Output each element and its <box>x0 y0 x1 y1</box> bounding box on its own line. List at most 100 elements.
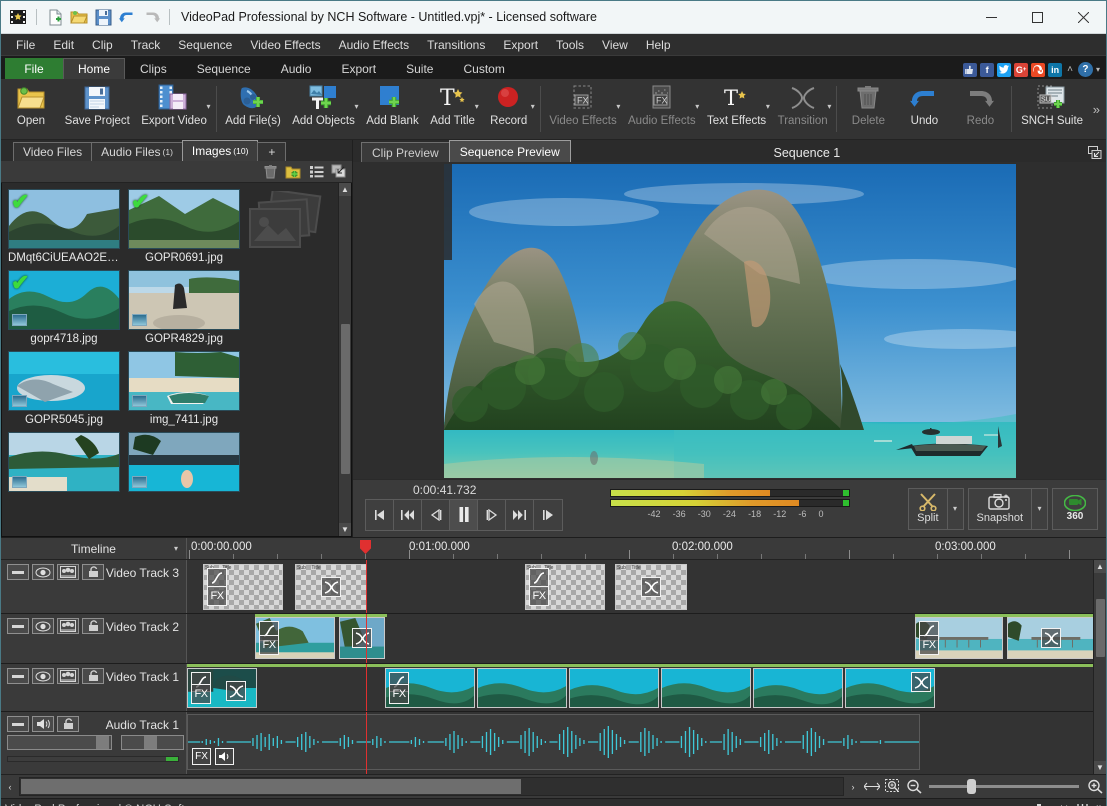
track-header-video-1[interactable]: Video Track 1 <box>1 664 187 711</box>
close-button[interactable] <box>1060 1 1106 34</box>
go-to-end-button[interactable] <box>534 499 562 530</box>
volume-slider[interactable] <box>7 735 112 750</box>
scroll-left-icon[interactable]: ‹ <box>3 777 17 797</box>
redo-ribbon-button[interactable]: Redo <box>952 80 1008 138</box>
transition-caret-icon[interactable]: ▾ <box>827 102 831 111</box>
overlay-icon[interactable] <box>57 618 79 634</box>
transition-x-icon[interactable] <box>1041 628 1061 648</box>
visibility-icon[interactable] <box>32 618 54 634</box>
next-clip-button[interactable] <box>506 499 534 530</box>
timeline-clip[interactable] <box>845 668 935 708</box>
media-item[interactable]: img_7411.jpg <box>128 351 240 426</box>
split-dropdown-icon[interactable]: ▾ <box>946 488 963 529</box>
media-item[interactable]: ✔ GOPR0691.jpg <box>128 189 240 264</box>
go-to-start-button[interactable] <box>366 499 394 530</box>
track-header-audio-1[interactable]: Audio Track 1 <box>1 712 187 774</box>
twitter-icon[interactable] <box>997 62 1012 77</box>
menu-tools[interactable]: Tools <box>547 35 593 55</box>
pause-button[interactable] <box>450 499 478 530</box>
step-forward-button[interactable] <box>478 499 506 530</box>
ribbon-tab-file[interactable]: File <box>5 58 63 79</box>
playhead[interactable] <box>366 712 367 774</box>
zoom-selection-icon[interactable] <box>883 777 902 797</box>
timeline-clip[interactable]: Sub Title <box>295 564 367 610</box>
fx-badge[interactable]: FX <box>191 684 211 704</box>
fx-badge[interactable]: FX <box>529 586 549 606</box>
media-bin-scrollbar[interactable]: ▲ ▼ <box>338 183 351 536</box>
ribbon-tab-audio[interactable]: Audio <box>266 58 327 79</box>
media-item[interactable]: GOPR4829.jpg <box>128 270 240 345</box>
media-item[interactable] <box>8 432 120 492</box>
timeline-clip[interactable]: FX <box>255 617 335 659</box>
text-effects-button[interactable]: T Text Effects ▾ <box>701 80 772 138</box>
list-view-icon[interactable] <box>305 162 327 182</box>
scrollbar-thumb[interactable] <box>340 324 350 474</box>
timeline-clip[interactable] <box>661 668 751 708</box>
add-objects-button[interactable]: Add Objects ▾ <box>287 80 361 138</box>
help-caret-icon[interactable]: ▾ <box>1096 65 1100 74</box>
fit-to-window-icon[interactable] <box>862 777 881 797</box>
minimize-button[interactable] <box>968 1 1014 34</box>
add-title-caret-icon[interactable]: ▾ <box>475 102 479 111</box>
split-button[interactable]: Split ▾ <box>908 487 964 530</box>
fx-badge[interactable]: FX <box>207 586 227 606</box>
ribbon-tab-export[interactable]: Export <box>326 58 391 79</box>
tab-clip-preview[interactable]: Clip Preview <box>361 142 450 162</box>
scroll-down-icon[interactable]: ▼ <box>338 523 351 536</box>
timeline-clip[interactable] <box>1007 617 1095 659</box>
collapse-icon[interactable] <box>7 668 29 684</box>
zoom-slider-handle[interactable] <box>967 779 976 794</box>
timeline-clip[interactable]: Sub Title <box>615 564 687 610</box>
help-icon[interactable]: ? <box>1077 62 1093 77</box>
hscroll-thumb[interactable] <box>21 779 521 794</box>
save-project-button[interactable]: Save Project <box>59 80 136 138</box>
collapse-icon[interactable] <box>7 716 29 732</box>
timeline-clip[interactable]: FX <box>385 668 475 708</box>
media-item[interactable]: GOPR5045.jpg <box>8 351 120 426</box>
track-lane-audio-1[interactable]: FX <box>187 712 1106 774</box>
zoom-in-icon[interactable] <box>1085 777 1104 797</box>
popout-icon[interactable] <box>1084 142 1106 162</box>
fx-badge[interactable]: FX <box>919 635 939 655</box>
open-project-icon[interactable] <box>68 7 90 28</box>
new-project-icon[interactable] <box>44 7 66 28</box>
timeline-clip[interactable]: FX <box>187 668 257 708</box>
open-button[interactable]: Open <box>3 80 59 138</box>
nch-suite-button[interactable]: SUB SNCH Suite <box>1015 80 1088 138</box>
transition-x-icon[interactable] <box>226 681 246 701</box>
export-video-caret-icon[interactable]: ▾ <box>206 102 210 111</box>
step-back-button[interactable] <box>422 499 450 530</box>
zoom-out-icon[interactable] <box>904 777 923 797</box>
audio-fx-badge[interactable]: FX <box>192 748 211 765</box>
video-effects-caret-icon[interactable]: ▾ <box>616 102 620 111</box>
timeline-scrollbar[interactable]: ▲ ▼ <box>1093 560 1106 774</box>
menu-clip[interactable]: Clip <box>83 35 122 55</box>
menu-sequence[interactable]: Sequence <box>169 35 241 55</box>
transition-x-icon[interactable] <box>911 672 931 692</box>
menu-edit[interactable]: Edit <box>44 35 83 55</box>
timeline-clip[interactable]: Sub Title FX <box>525 564 605 610</box>
pan-slider[interactable] <box>121 735 185 750</box>
timeline-scroll-up-icon[interactable]: ▲ <box>1093 560 1106 573</box>
preview-video-frame[interactable] <box>443 163 1016 478</box>
playhead[interactable] <box>366 560 367 613</box>
app-icon[interactable] <box>7 7 29 28</box>
playhead-handle[interactable] <box>360 540 371 554</box>
add-blank-button[interactable]: Add Blank <box>361 80 425 138</box>
menu-video-effects[interactable]: Video Effects <box>241 35 329 55</box>
b360-button[interactable]: 360 <box>1052 487 1098 530</box>
lock-icon[interactable] <box>82 564 104 580</box>
master-volume-slider[interactable] <box>929 803 1049 806</box>
transition-x-icon[interactable] <box>321 577 341 597</box>
ribbon-tab-sequence[interactable]: Sequence <box>182 58 266 79</box>
undo-ribbon-button[interactable]: Undo <box>896 80 952 138</box>
redo-icon[interactable] <box>140 7 162 28</box>
google-plus-icon[interactable]: G + <box>1014 62 1029 77</box>
speaker-icon[interactable] <box>215 748 234 765</box>
maximize-button[interactable] <box>1014 1 1060 34</box>
media-item[interactable] <box>128 432 240 492</box>
video-effects-button[interactable]: FX Video Effects ▾ <box>544 80 623 138</box>
media-item[interactable]: ✔ DMqt6CiUEAAO2ET.jpg <box>8 189 120 264</box>
menu-transitions[interactable]: Transitions <box>418 35 494 55</box>
tab-video-files[interactable]: Video Files <box>13 142 93 161</box>
